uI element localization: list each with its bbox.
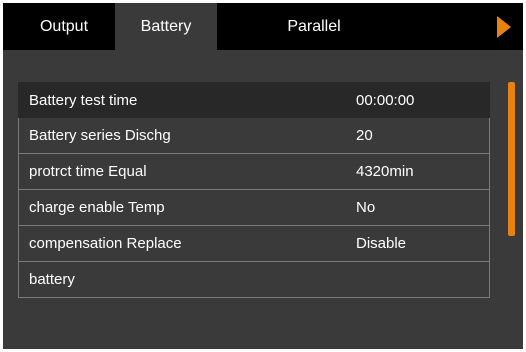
tab-output[interactable]: Output: [14, 3, 114, 50]
tab-battery-label: Battery: [140, 18, 192, 35]
setting-row-battery[interactable]: battery: [18, 262, 490, 298]
next-tab-arrow-icon[interactable]: [497, 16, 511, 38]
settings-list: Battery test time 00:00:00 Battery serie…: [18, 82, 490, 298]
setting-label: compensation Replace: [29, 235, 182, 252]
setting-label: charge enable Temp: [29, 199, 165, 216]
setting-value: 00:00:00: [356, 92, 415, 109]
tab-parallel-label: Parallel: [287, 18, 341, 35]
setting-value: No: [356, 199, 376, 216]
tab-parallel[interactable]: Parallel: [244, 3, 384, 50]
setting-label: Battery series Dischg: [29, 127, 171, 144]
setting-label: battery: [29, 271, 75, 288]
setting-row-charge-enable-temp[interactable]: charge enable Temp No: [18, 190, 490, 226]
setting-row-battery-series-dischg[interactable]: Battery series Dischg 20: [18, 118, 490, 154]
setting-value: 4320min: [356, 163, 414, 180]
battery-settings-screen: Output Battery Parallel Battery test tim…: [3, 3, 523, 349]
tab-output-label: Output: [39, 18, 89, 35]
setting-value: Disable: [356, 235, 407, 252]
tab-bar: Output Battery Parallel: [3, 3, 523, 50]
setting-label: Battery test time: [29, 92, 138, 109]
setting-row-compensation-replace[interactable]: compensation Replace Disable: [18, 226, 490, 262]
scrollbar[interactable]: [508, 82, 515, 236]
setting-row-protect-time-equal[interactable]: protrct time Equal 4320min: [18, 154, 490, 190]
tab-battery[interactable]: Battery: [115, 3, 217, 50]
setting-label: protrct time Equal: [29, 163, 147, 180]
setting-row-battery-test-time[interactable]: Battery test time 00:00:00: [18, 82, 490, 118]
setting-value: 20: [356, 127, 373, 144]
